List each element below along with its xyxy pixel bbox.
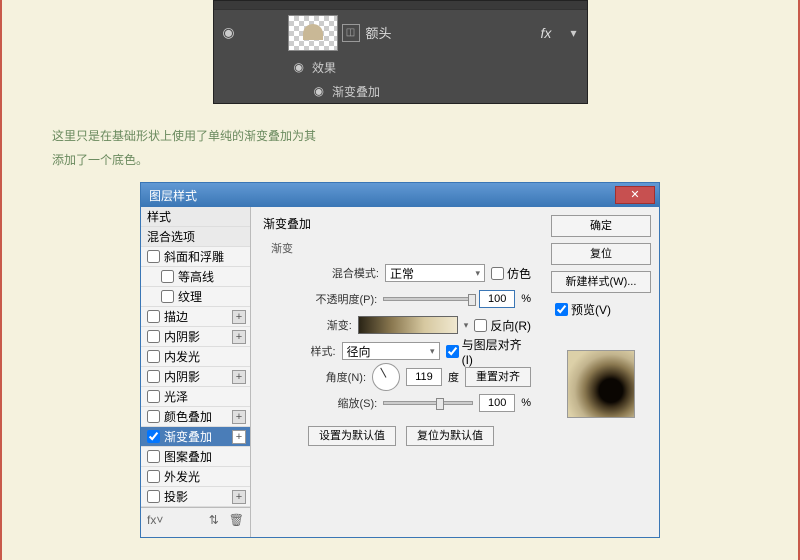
angle-value[interactable]: 119 [406,368,442,386]
dialog-title: 图层样式 [145,187,615,204]
align-checkbox[interactable] [446,345,459,358]
label: 样式: [271,343,336,359]
new-style-button[interactable]: 新建样式(W)... [551,271,651,293]
list-item: 颜色叠加+ [141,407,250,427]
checkbox[interactable] [147,490,160,503]
chevron-down-icon[interactable]: ▾ [571,26,587,40]
visibility-icon[interactable]: ◉ [294,60,304,74]
layers-panel: ◉ ◫ 额头 fx ▾ ◉ 效果 ◉ 渐变叠加 [213,0,588,104]
list-item: 内阴影+ [141,367,250,387]
list-footer: fx˅ ⇅ 🗑 [141,507,250,531]
layer-name[interactable]: 额头 [366,23,541,42]
checkbox[interactable] [147,470,160,483]
fx-badge[interactable]: fx [541,25,571,41]
list-item: 描边+ [141,307,250,327]
checkbox[interactable] [147,450,160,463]
titlebar[interactable]: 图层样式 ✕ [141,183,659,207]
effect-item-row[interactable]: ◉ 渐变叠加 [214,79,587,103]
list-item: 内阴影+ [141,327,250,347]
label: 缩放(S): [311,395,377,411]
layer-thumbnail[interactable] [288,15,338,51]
vector-mask-icon[interactable]: ◫ [342,24,360,42]
up-down-icon[interactable]: ⇅ [209,513,219,527]
layers-panel-header [214,1,587,9]
checkbox[interactable] [147,250,160,263]
plus-icon[interactable]: + [232,370,246,384]
close-icon[interactable]: ✕ [615,186,655,204]
reverse-checkbox[interactable] [474,319,487,332]
reset-align-button[interactable]: 重置对齐 [465,367,531,387]
trash-icon[interactable]: 🗑 [229,513,244,527]
opacity-slider[interactable] [383,297,473,301]
list-item: 外发光 [141,467,250,487]
list-item: 纹理 [141,287,250,307]
gradient-picker[interactable] [358,316,458,334]
checkbox[interactable] [147,350,160,363]
style-select[interactable]: 径向 [342,342,440,360]
blend-mode-select[interactable]: 正常 [385,264,485,282]
checkbox[interactable] [147,330,160,343]
list-item: 斜面和浮雕 [141,247,250,267]
dither-checkbox[interactable] [491,267,504,280]
layer-row[interactable]: ◉ ◫ 额头 fx ▾ [214,9,587,55]
checkbox[interactable] [147,390,160,403]
angle-dial[interactable] [372,363,400,391]
checkbox[interactable] [161,290,174,303]
checkbox[interactable] [147,430,160,443]
list-item: 图案叠加 [141,447,250,467]
list-item: 投影+ [141,487,250,507]
preview-checkbox[interactable] [555,303,568,316]
label: 角度(N): [300,369,366,385]
list-item-selected: 渐变叠加+ [141,427,250,447]
chevron-down-icon[interactable]: ▾ [464,320,469,331]
scale-slider[interactable] [383,401,473,405]
plus-icon[interactable]: + [232,430,246,444]
label: 混合模式: [313,265,379,281]
label: 不透明度(P): [311,291,377,307]
plus-icon[interactable]: + [232,330,246,344]
cancel-button[interactable]: 复位 [551,243,651,265]
list-header[interactable]: 混合选项 [141,227,250,247]
list-item: 等高线 [141,267,250,287]
dialog-right-column: 确定 复位 新建样式(W)... 预览(V) [543,207,659,537]
preview-swatch [551,344,651,418]
checkbox[interactable] [147,370,160,383]
body-text: 这里只是在基础形状上使用了单纯的渐变叠加为其 添加了一个底色。 [52,124,778,172]
plus-icon[interactable]: + [232,310,246,324]
plus-icon[interactable]: + [232,490,246,504]
style-list: 样式 混合选项 斜面和浮雕 等高线 纹理 描边+ 内阴影+ 内发光 内阴影+ 光… [141,207,251,537]
layer-style-dialog: 图层样式 ✕ 样式 混合选项 斜面和浮雕 等高线 纹理 描边+ 内阴影+ 内发光… [140,182,660,538]
opacity-value[interactable]: 100 [479,290,515,308]
list-item: 内发光 [141,347,250,367]
gradient-overlay-panel: 渐变叠加 渐变 混合模式: 正常 仿色 不透明度(P): 100 % 渐变: [251,207,543,537]
make-default-button[interactable]: 设置为默认值 [308,426,396,446]
section-title: 渐变叠加 [263,215,531,232]
visibility-icon[interactable]: ◉ [214,24,244,41]
checkbox[interactable] [147,410,160,423]
visibility-icon[interactable]: ◉ [314,84,324,98]
scale-value[interactable]: 100 [479,394,515,412]
effect-item-label: 渐变叠加 [332,83,380,100]
fx-menu-icon[interactable]: fx˅ [147,513,163,527]
plus-icon[interactable]: + [232,410,246,424]
list-header[interactable]: 样式 [141,207,250,227]
checkbox[interactable] [147,310,160,323]
reset-default-button[interactable]: 复位为默认值 [406,426,494,446]
label: 渐变: [286,317,352,333]
ok-button[interactable]: 确定 [551,215,651,237]
effects-row[interactable]: ◉ 效果 [214,55,587,79]
checkbox[interactable] [161,270,174,283]
list-item: 光泽 [141,387,250,407]
group-label: 渐变 [271,240,531,256]
effects-label: 效果 [312,59,336,76]
